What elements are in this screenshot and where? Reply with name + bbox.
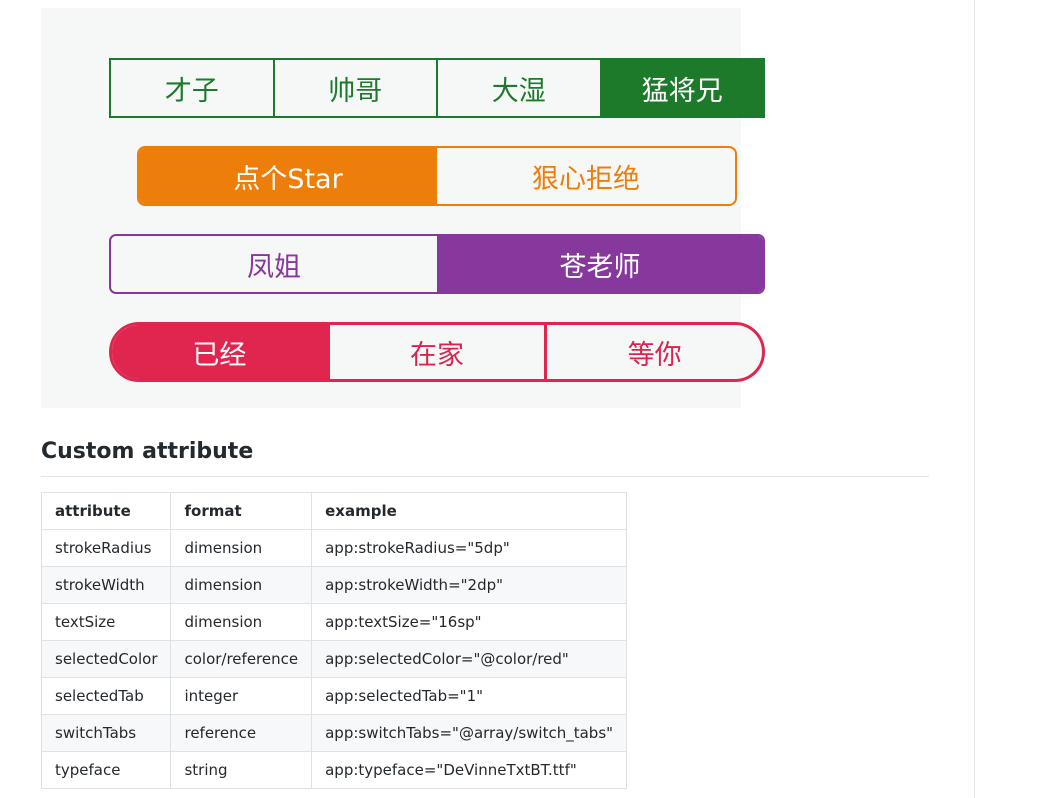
switch-tab[interactable]: 才子 <box>111 60 273 116</box>
cell-format: dimension <box>170 603 313 641</box>
cell-attribute: strokeRadius <box>40 529 172 567</box>
cell-format: string <box>170 751 313 789</box>
cell-example: app:selectedTab="1" <box>311 677 628 715</box>
column-header-example: example <box>311 492 628 530</box>
table-row: switchTabs reference app:switchTabs="@ar… <box>40 714 628 752</box>
cell-attribute: typeface <box>40 751 172 789</box>
cell-example: app:typeface="DeVinneTxtBT.ttf" <box>311 751 628 789</box>
table-row: selectedColor color/reference app:select… <box>40 640 628 678</box>
cell-format: integer <box>170 677 313 715</box>
cell-attribute: textSize <box>40 603 172 641</box>
switch-tab-row-purple: 凤姐 苍老师 <box>109 234 765 294</box>
table-row: selectedTab integer app:selectedTab="1" <box>40 677 628 715</box>
switch-tab[interactable]: 帅哥 <box>272 60 437 116</box>
cell-format: dimension <box>170 566 313 604</box>
table-row: textSize dimension app:textSize="16sp" <box>40 603 628 641</box>
switch-tab-row-red: 已经 在家 等你 <box>109 322 765 382</box>
switch-tab-selected[interactable]: 点个Star <box>139 148 437 204</box>
switch-tab[interactable]: 狠心拒绝 <box>437 148 735 204</box>
table-row: strokeWidth dimension app:strokeWidth="2… <box>40 566 628 604</box>
switch-tab-selected[interactable]: 已经 <box>112 325 327 379</box>
cell-format: reference <box>170 714 313 752</box>
switch-tab[interactable]: 等你 <box>544 325 762 379</box>
cell-format: dimension <box>170 529 313 567</box>
cell-example: app:selectedColor="@color/red" <box>311 640 628 678</box>
demo-preview-image: 才子 帅哥 大湿 猛将兄 点个Star 狠心拒绝 凤姐 苍老师 已经 在家 等你 <box>41 8 765 408</box>
cell-attribute: switchTabs <box>40 714 172 752</box>
cell-attribute: strokeWidth <box>40 566 172 604</box>
content-right-border <box>974 0 975 798</box>
column-header-attribute: attribute <box>40 492 172 530</box>
switch-tab-row-orange: 点个Star 狠心拒绝 <box>137 146 737 206</box>
section-heading: Custom attribute <box>41 438 929 477</box>
table-header-row: attribute format example <box>40 492 628 530</box>
switch-tab[interactable]: 在家 <box>326 325 545 379</box>
table-row: strokeRadius dimension app:strokeRadius=… <box>40 529 628 567</box>
cell-format: color/reference <box>170 640 313 678</box>
switch-tab[interactable]: 大湿 <box>436 60 600 116</box>
attribute-table: attribute format example strokeRadius di… <box>40 492 628 789</box>
cell-example: app:switchTabs="@array/switch_tabs" <box>311 714 628 752</box>
cell-example: app:strokeWidth="2dp" <box>311 566 628 604</box>
switch-tab-selected[interactable]: 猛将兄 <box>599 60 763 116</box>
cell-attribute: selectedColor <box>40 640 172 678</box>
switch-tab[interactable]: 凤姐 <box>111 236 437 292</box>
cell-example: app:strokeRadius="5dp" <box>311 529 628 567</box>
cell-example: app:textSize="16sp" <box>311 603 628 641</box>
column-header-format: format <box>170 492 313 530</box>
cell-attribute: selectedTab <box>40 677 172 715</box>
switch-tab-selected[interactable]: 苍老师 <box>437 236 763 292</box>
table-row: typeface string app:typeface="DeVinneTxt… <box>40 751 628 789</box>
switch-tab-row-green: 才子 帅哥 大湿 猛将兄 <box>109 58 765 118</box>
